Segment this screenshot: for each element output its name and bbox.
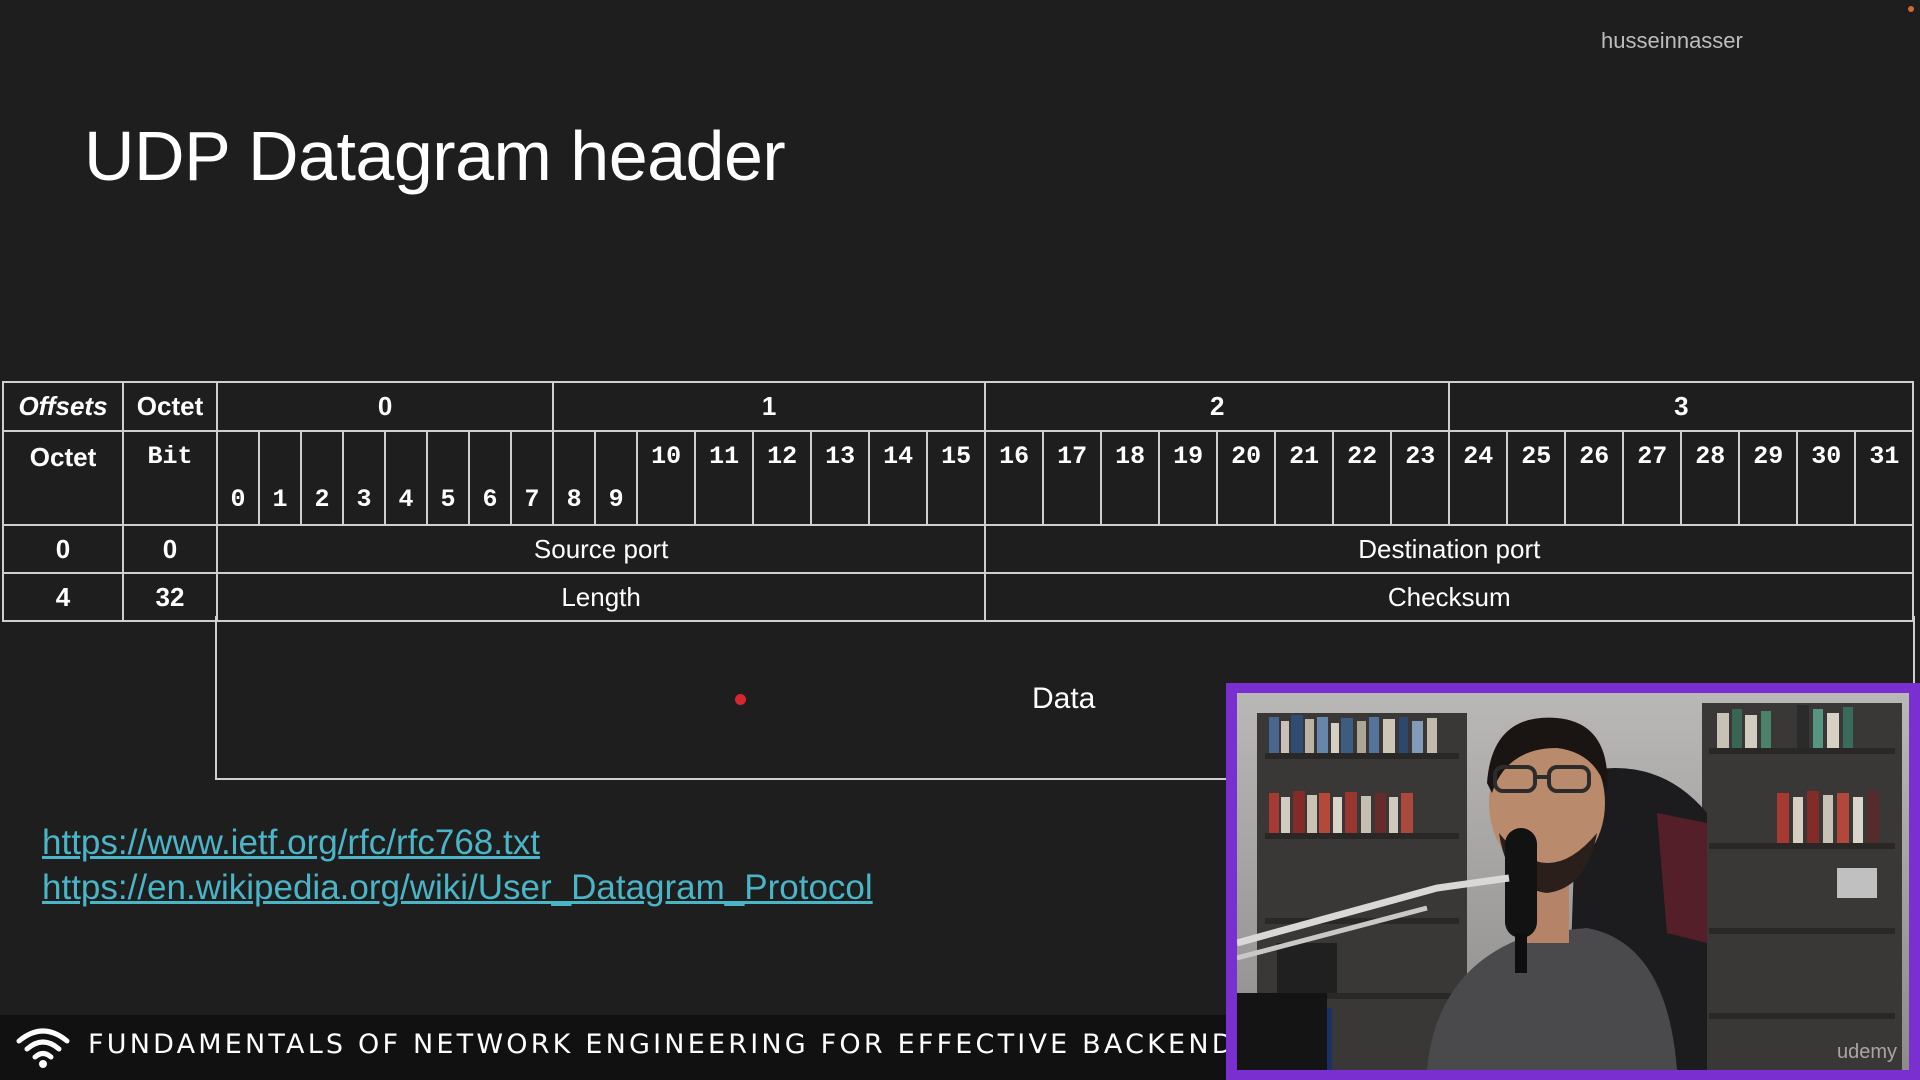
bit-cell: 6 [468,430,512,526]
bit-cell: 27 [1622,430,1683,526]
bit-cell: 5 [426,430,470,526]
bit-cell: 19 [1158,430,1219,526]
octet-header: Octet [122,381,218,432]
recording-indicator [1908,6,1914,12]
slide-title: UDP Datagram header [84,117,786,195]
bit-cell: 8 [552,430,597,526]
bit-header-row: Octet Bit 0 1 2 3 4 5 6 7 8 9 10 11 12 1… [2,430,1915,526]
bit-cell: 2 [300,430,344,526]
row-bit-offset: 0 [122,524,218,574]
channel-watermark: husseinnasser [1601,28,1743,53]
octet-group-1: 1 [552,381,987,432]
bit-cell: 10 [636,430,697,526]
octet-column-label: Octet [2,430,124,526]
octet-group-0: 0 [215,381,555,432]
row-octet-offset: 0 [2,524,124,574]
rfc768-link[interactable]: https://www.ietf.org/rfc/rfc768.txt [42,820,873,865]
webcam-scene [1237,693,1909,1070]
table-row: 4 32 Length Checksum [2,572,1915,622]
udp-header-table: Offsets Octet 0 1 2 3 Octet Bit 0 1 2 3 … [2,381,1915,622]
bit-cell: 26 [1564,430,1625,526]
bit-column-label: Bit [122,430,218,526]
bit-cell: 12 [752,430,813,526]
wikipedia-udp-link[interactable]: https://en.wikipedia.org/wiki/User_Datag… [42,865,873,910]
bit-cell: 25 [1506,430,1567,526]
bit-cell: 16 [984,430,1045,526]
bit-cell: 4 [384,430,428,526]
bit-cell: 22 [1332,430,1393,526]
wifi-icon [16,1028,70,1068]
course-footer-bar: FUNDAMENTALS OF NETWORK ENGINEERING FOR … [0,1015,1253,1080]
bit-cell: 21 [1274,430,1335,526]
bit-cell: 3 [342,430,386,526]
bit-cell: 18 [1100,430,1161,526]
udemy-watermark: udemy [1836,1041,1897,1063]
offsets-header: Offsets [2,381,124,432]
bit-cell: 0 [216,430,260,526]
octet-group-3: 3 [1448,381,1915,432]
octet-header-row: Offsets Octet 0 1 2 3 [2,381,1915,432]
bit-cell: 23 [1390,430,1451,526]
bit-cell: 30 [1796,430,1857,526]
destination-port-field: Destination port [984,524,1915,574]
bit-cell: 14 [868,430,929,526]
length-field: Length [215,572,987,622]
checksum-field: Checksum [984,572,1915,622]
bit-cell: 7 [509,430,555,526]
bit-cell: 1 [258,430,302,526]
row-octet-offset: 4 [2,572,124,622]
row-bit-offset: 32 [122,572,218,622]
webcam-overlay: udemy [1226,683,1920,1080]
table-row: 0 0 Source port Destination port [2,524,1915,574]
lecture-slide-view: husseinnasser UDP Datagram header Offset… [0,0,1920,1080]
laser-pointer [735,694,746,705]
bit-cell: 13 [810,430,871,526]
bit-cell: 9 [594,430,639,526]
bit-cell: 20 [1216,430,1277,526]
bit-cell: 24 [1448,430,1509,526]
course-title: FUNDAMENTALS OF NETWORK ENGINEERING FOR … [88,1029,1257,1060]
bit-cell: 17 [1042,430,1103,526]
source-port-field: Source port [215,524,987,574]
bit-cell: 15 [926,430,987,526]
bit-cell: 11 [694,430,755,526]
bit-cell: 28 [1680,430,1741,526]
octet-group-2: 2 [984,381,1451,432]
bit-cell: 29 [1738,430,1799,526]
reference-links: https://www.ietf.org/rfc/rfc768.txt http… [42,820,873,910]
webcam-video: udemy [1237,693,1909,1070]
data-field-label: Data [1032,682,1096,715]
bit-cell: 31 [1854,430,1915,526]
